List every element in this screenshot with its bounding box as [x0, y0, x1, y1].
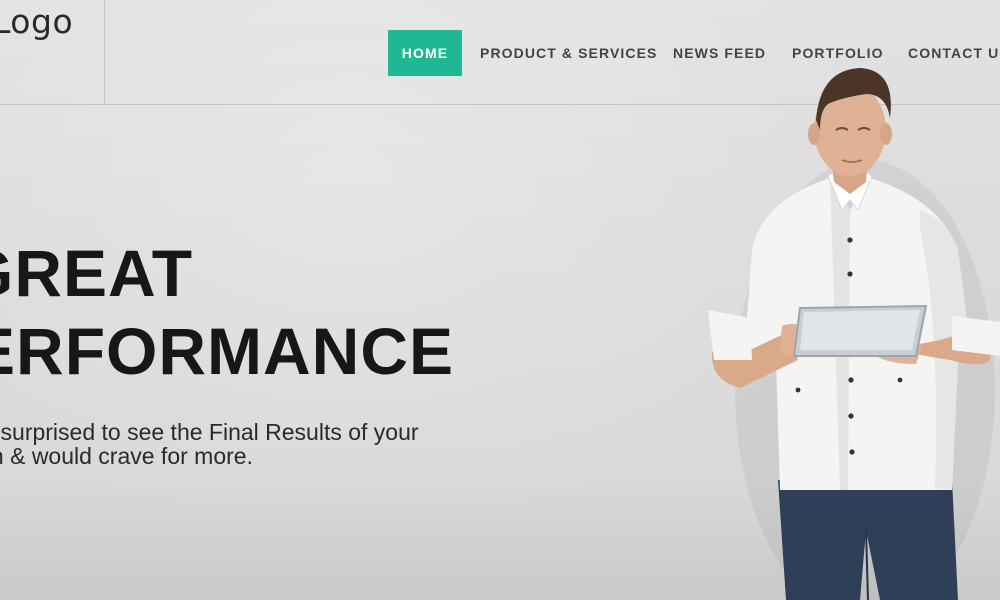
hero-subtitle-line-2: Brain & would crave for more. — [0, 443, 253, 469]
nav-home[interactable]: HOME — [388, 30, 462, 76]
hero-subtitle-line-1: Be surprised to see the Final Results of… — [0, 419, 419, 445]
site-logo[interactable]: Logo — [0, 2, 73, 41]
nav-product-services[interactable]: PRODUCT & SERVICES — [480, 30, 657, 76]
hero-title-line-1: GREAT — [0, 236, 194, 310]
logo-cell: Logo — [0, 0, 105, 104]
hero-title-line-2: PERFORMANCE — [0, 314, 455, 388]
hero-subtitle: Be surprised to see the Final Results of… — [0, 420, 419, 468]
man-with-tablet-photo — [708, 68, 1000, 600]
landing-page: Logo HOME PRODUCT & SERVICES NEWS FEED P… — [0, 0, 1000, 600]
